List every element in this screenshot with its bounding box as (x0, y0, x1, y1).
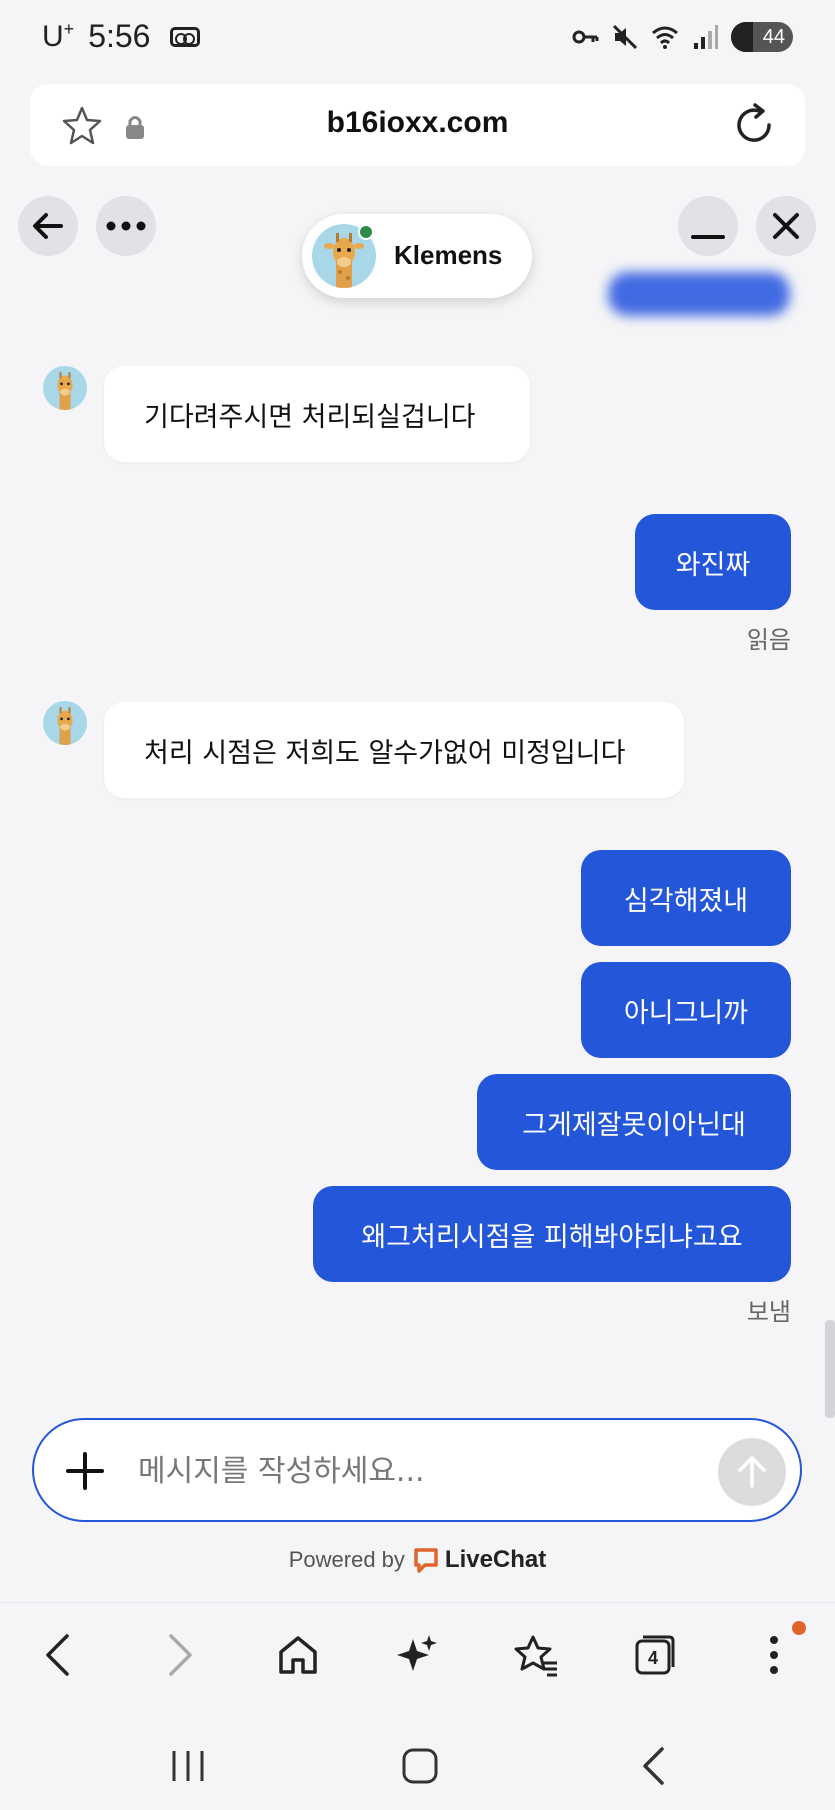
recent-apps-button[interactable] (164, 1742, 212, 1790)
sent-status: 보냄 (746, 1298, 791, 1326)
sparkle-icon (397, 1635, 437, 1671)
mute-icon (612, 24, 638, 50)
battery-indicator: 44 (731, 22, 793, 52)
wifi-icon (652, 26, 678, 49)
livechat-logo: LiveChat (413, 1546, 546, 1574)
message-incoming: 처리 시점은 저희도 알수가없어 미정입니다 (104, 702, 684, 798)
message-outgoing: 와진짜 (635, 514, 791, 610)
add-attachment-icon[interactable] (64, 1450, 106, 1492)
giraffe-avatar-icon (57, 707, 73, 745)
home-button[interactable] (272, 1629, 324, 1681)
tabs-button[interactable]: 4 (629, 1629, 681, 1681)
browser-back-button[interactable] (32, 1629, 84, 1681)
chevron-left-icon (46, 1634, 69, 1676)
message-outgoing: 왜그처리시점을 피해봐야되냐고요 (313, 1186, 791, 1282)
message-outgoing: 아니그니까 (581, 962, 791, 1058)
close-icon (773, 213, 799, 239)
arrow-up-icon (738, 1456, 766, 1488)
system-home-button[interactable] (396, 1742, 444, 1790)
minimize-button[interactable] (678, 196, 738, 256)
agent-avatar-small (43, 701, 87, 745)
message-outgoing: 그게제잘못이아닌대 (477, 1074, 791, 1170)
back-chevron-icon (643, 1747, 664, 1785)
browser-toolbar: 4 (0, 1602, 835, 1706)
tabs-icon: 4 (635, 1635, 675, 1675)
send-button[interactable] (718, 1438, 786, 1506)
message-outgoing: 심각해졌내 (581, 850, 791, 946)
more-vertical-icon (770, 1636, 778, 1674)
powered-by[interactable]: Powered by LiveChat (0, 1546, 835, 1574)
system-navigation (0, 1706, 835, 1810)
minimize-icon (691, 235, 725, 239)
online-status-dot (358, 224, 374, 240)
home-square-icon (402, 1748, 438, 1784)
signal-icon (694, 25, 718, 49)
url-text[interactable]: b16ioxx.com (30, 106, 805, 140)
message-incoming: 기다려주시면 처리되실겁니다 (104, 366, 530, 462)
agent-info[interactable]: Klemens (302, 214, 532, 298)
notification-dot (792, 1621, 806, 1635)
scrollbar-thumb[interactable] (825, 1320, 835, 1418)
home-icon (279, 1636, 317, 1674)
voicemail-icon (170, 26, 201, 47)
clock: 5:56 (88, 18, 151, 54)
tab-count: 4 (648, 1648, 658, 1668)
close-button[interactable] (756, 196, 816, 256)
back-button[interactable] (18, 196, 78, 256)
reload-icon[interactable] (731, 102, 777, 148)
giraffe-avatar-icon (57, 372, 73, 410)
key-icon (572, 30, 599, 44)
bookmark-list-icon (514, 1635, 557, 1677)
livechat-brand: LiveChat (444, 1546, 547, 1573)
powered-by-label: Powered by (288, 1547, 405, 1572)
arrow-left-icon (33, 213, 63, 239)
browser-forward-button[interactable] (154, 1629, 206, 1681)
message-composer (32, 1418, 802, 1522)
chevron-right-icon (169, 1634, 192, 1676)
more-options-button[interactable] (96, 196, 156, 256)
status-bar: U+ 5:56 44 (0, 0, 835, 78)
message-input[interactable] (138, 1448, 698, 1494)
recent-apps-icon (172, 1751, 204, 1781)
agent-name: Klemens (394, 240, 503, 270)
browser-menu-button[interactable] (748, 1629, 800, 1681)
system-back-button[interactable] (630, 1742, 678, 1790)
more-horizontal-icon (106, 221, 146, 231)
agent-avatar-small (43, 366, 87, 410)
livechat-icon (414, 1548, 438, 1573)
url-bar[interactable]: b16ioxx.com (30, 84, 805, 166)
read-status: 읽음 (746, 626, 791, 654)
blurred-message (608, 272, 790, 316)
carrier-label: U+ (42, 19, 75, 53)
ai-sparkle-button[interactable] (391, 1629, 443, 1681)
bookmarks-button[interactable] (510, 1629, 562, 1681)
